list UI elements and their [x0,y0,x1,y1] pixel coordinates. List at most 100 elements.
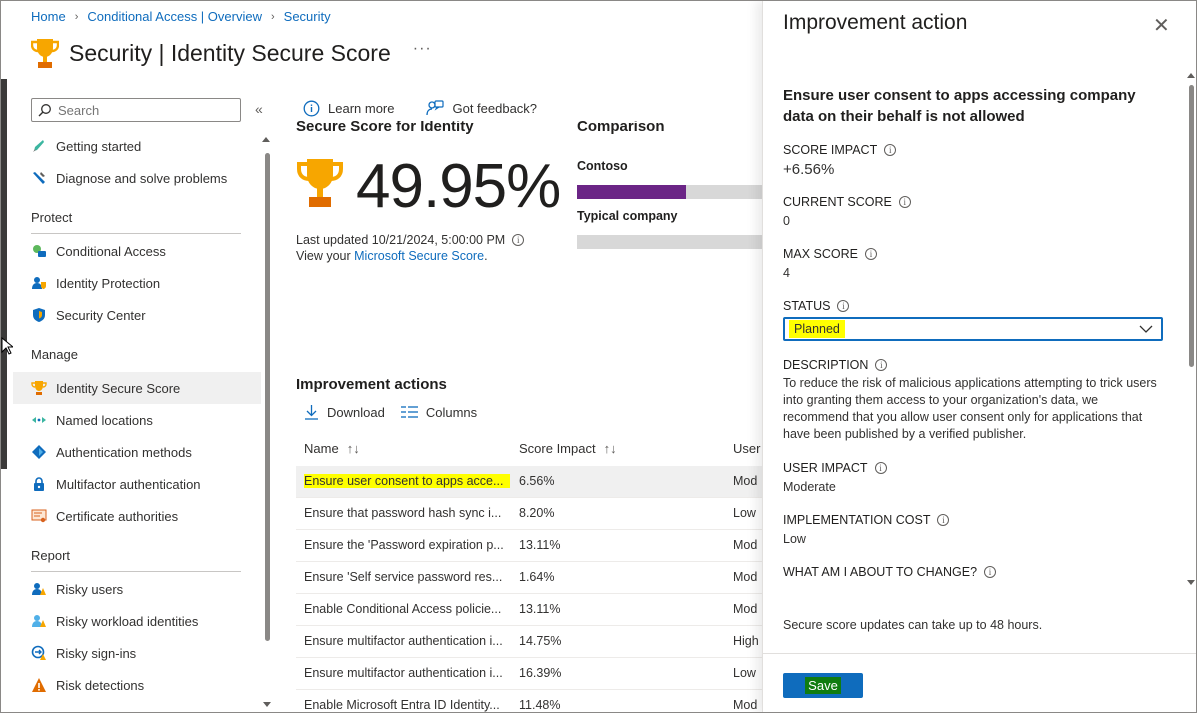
row-score-impact: 13.11% [519,538,561,552]
sort-icon[interactable]: ↑↓ [604,441,617,456]
comparison-bar-typical [577,235,767,249]
comparison-bar-contoso [577,185,767,199]
table-row[interactable]: Ensure that password hash sync i... 8.20… [296,498,776,530]
row-user-impact: Mod [733,698,758,712]
sidebar-search[interactable] [31,98,241,122]
description-text: To reduce the risk of malicious applicat… [783,376,1157,441]
identity-protection-icon [31,275,47,291]
sidebar-item-risky-users[interactable]: Risky users [13,573,261,605]
info-icon[interactable]: i [837,300,850,312]
info-icon[interactable]: i [874,462,887,474]
last-updated: Last updated 10/21/2024, 5:00:00 PM i [296,233,525,247]
sidebar-item-label: Risky sign-ins [56,645,137,661]
row-name[interactable]: Ensure multifactor authentication i... [304,666,510,680]
field-label-text: USER IMPACT [783,461,868,475]
more-options-button[interactable]: ··· [413,40,432,58]
sidebar-item-risky-sign-ins[interactable]: Risky sign-ins [13,637,261,669]
scroll-down-arrow[interactable] [1187,580,1195,585]
close-icon[interactable]: ✕ [1153,13,1170,38]
save-button[interactable]: Save [783,673,863,698]
table-row[interactable]: Ensure 'Self service password res... 1.6… [296,562,776,594]
column-header-name[interactable]: Name ↑↓ [304,441,360,456]
scroll-up-arrow[interactable] [1187,73,1195,78]
sidebar-item-risky-workload-identities[interactable]: Risky workload identities [13,605,261,637]
row-name[interactable]: Ensure user consent to apps acce... [304,474,510,488]
max-score-value: 4 [783,266,790,280]
row-user-impact: Mod [733,602,758,616]
row-score-impact: 1.64% [519,570,555,584]
sidebar-item-getting-started[interactable]: Getting started [13,130,261,162]
sidebar-item-security-center[interactable]: Security Center [13,299,261,331]
info-icon[interactable]: i [898,196,911,208]
user-impact-label: USER IMPACT i [783,461,887,475]
info-icon[interactable]: i [865,248,878,260]
sidebar-item-risk-detections[interactable]: Risk detections [13,669,261,701]
sidebar-item-label: Certificate authorities [56,508,179,524]
column-header-user-impact[interactable]: User [733,441,760,456]
sidebar-item-multifactor-authentication[interactable]: Multifactor authentication [13,468,261,500]
panel-title: Improvement action [783,11,968,34]
sort-icon[interactable]: ↑↓ [347,441,360,456]
table-row[interactable]: Ensure multifactor authentication i... 1… [296,626,776,658]
scroll-down-arrow[interactable] [263,702,271,707]
table-row[interactable]: Ensure multifactor authentication i... 1… [296,658,776,690]
info-icon[interactable]: i [937,514,950,526]
what-will-change-label: WHAT AM I ABOUT TO CHANGE? i [783,565,997,579]
sidebar-item-diagnose[interactable]: Diagnose and solve problems [13,162,261,194]
row-score-impact: 11.48% [519,698,561,712]
row-user-impact: Mod [733,538,758,552]
info-icon[interactable]: i [884,144,897,156]
row-name[interactable]: Ensure that password hash sync i... [304,506,510,520]
sidebar-item-label: Security Center [56,307,146,323]
download-button[interactable]: Download [304,404,385,420]
breadcrumb-home[interactable]: Home [31,9,66,24]
row-name[interactable]: Ensure 'Self service password res... [304,570,510,584]
row-name[interactable]: Ensure multifactor authentication i... [304,634,510,648]
field-label-text: CURRENT SCORE [783,195,892,209]
scroll-up-arrow[interactable] [262,137,270,142]
field-label-text: SCORE IMPACT [783,143,878,157]
page-title: Security | Identity Secure Score [69,39,391,66]
sidebar-item-identity-secure-score[interactable]: Identity Secure Score [13,372,261,404]
shield-icon [31,307,47,323]
table-row[interactable]: Ensure the 'Password expiration p... 13.… [296,530,776,562]
breadcrumb-security[interactable]: Security [284,9,331,24]
field-label-text: STATUS [783,299,831,313]
row-name[interactable]: Enable Microsoft Entra ID Identity... [304,698,510,712]
search-input[interactable] [58,102,228,118]
table-row[interactable]: Enable Conditional Access policie... 13.… [296,594,776,626]
learn-more-button[interactable]: Learn more [303,100,394,117]
feedback-button[interactable]: Got feedback? [426,100,537,117]
row-name[interactable]: Enable Conditional Access policie... [304,602,510,616]
columns-button[interactable]: Columns [400,405,477,420]
table-row[interactable]: Enable Microsoft Entra ID Identity... 11… [296,690,776,712]
sidebar-item-identity-protection[interactable]: Identity Protection [13,267,261,299]
sidebar-scrollbar[interactable] [265,153,270,641]
download-icon [305,405,318,420]
trophy-icon [297,159,343,207]
sidebar-item-conditional-access[interactable]: Conditional Access [13,235,261,267]
sidebar-item-authentication-methods[interactable]: Authentication methods [13,436,261,468]
column-header-score-impact[interactable]: Score Impact ↑↓ [519,441,617,456]
view-your-suffix: . [484,249,488,263]
panel-scrollbar[interactable] [1189,85,1194,367]
breadcrumb-conditional-access[interactable]: Conditional Access | Overview [87,9,262,24]
info-icon[interactable]: i [875,359,888,371]
sidebar-section-manage: Manage [31,347,78,362]
named-locations-icon [31,412,47,428]
rocket-icon [31,138,47,154]
table-row[interactable]: Ensure user consent to apps acce... 6.56… [296,466,776,498]
score-impact-value: +6.56% [783,161,835,178]
collapse-sidebar-button[interactable]: « [255,101,263,117]
row-name[interactable]: Ensure the 'Password expiration p... [304,538,510,552]
implementation-cost-label: IMPLEMENTATION COST i [783,513,950,527]
info-icon[interactable]: i [512,234,525,246]
page-header: Security | Identity Secure Score ··· [31,37,432,69]
certificate-icon [31,508,47,524]
last-updated-text: Last updated 10/21/2024, 5:00:00 PM [296,233,506,247]
sidebar-item-certificate-authorities[interactable]: Certificate authorities [13,500,261,532]
status-dropdown[interactable]: Planned [783,317,1163,341]
sidebar-item-named-locations[interactable]: Named locations [13,404,261,436]
info-icon[interactable]: i [984,566,997,578]
microsoft-secure-score-link[interactable]: Microsoft Secure Score [354,249,484,263]
